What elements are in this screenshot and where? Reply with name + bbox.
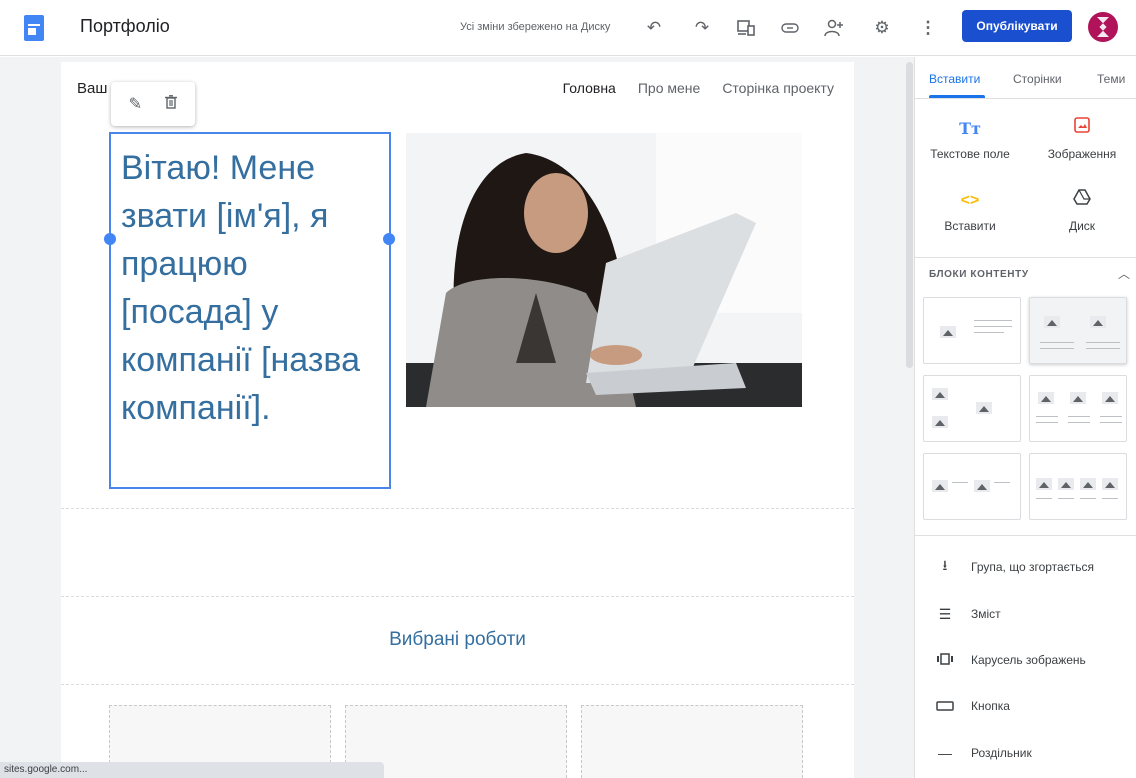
trash-icon[interactable] [165, 94, 178, 114]
insert-button[interactable]: Кнопка [935, 694, 1135, 718]
site-title[interactable]: Портфоліо [80, 16, 170, 37]
hero-text-box[interactable]: Вітаю! Мене звати [ім'я], я працюю [поса… [109, 132, 391, 489]
insert-table-of-contents[interactable]: ☰ Зміст [935, 602, 1135, 626]
publish-button[interactable]: Опублікувати [962, 10, 1072, 42]
drive-icon [1032, 189, 1132, 213]
section-divider [61, 684, 854, 685]
insert-divider[interactable]: — Роздільник [935, 741, 1135, 765]
content-block-four-images[interactable] [1029, 453, 1127, 520]
embed-icon: <> [960, 192, 980, 209]
tab-themes[interactable]: Теми [1097, 72, 1125, 86]
button-icon [935, 698, 955, 714]
active-tab-indicator [929, 95, 985, 98]
panel-divider [915, 535, 1136, 536]
insert-embed[interactable]: <> Вставити [920, 189, 1020, 233]
content-block-image-rows[interactable] [923, 453, 1021, 520]
panel-tabs: Вставити Сторінки Теми [915, 57, 1136, 99]
canvas-scroll-thumb[interactable] [906, 62, 913, 368]
tab-insert[interactable]: Вставити [929, 72, 980, 86]
nav-item-project[interactable]: Сторінка проекту [722, 80, 834, 96]
project-card-placeholder[interactable] [581, 705, 803, 778]
tab-pages[interactable]: Сторінки [1013, 72, 1062, 86]
content-block-two-images[interactable] [1029, 297, 1127, 364]
insert-text-box[interactable]: Tт Текстове поле [920, 117, 1020, 161]
insert-collapsible-group[interactable]: ⭳ Група, що згортається [935, 555, 1135, 579]
insert-image[interactable]: Зображення [1032, 117, 1132, 161]
site-page: Ваш Головна Про мене Сторінка проекту ✎ … [61, 62, 854, 778]
redo-icon[interactable]: ↷ [688, 14, 716, 42]
more-icon[interactable]: ⋮ [914, 14, 942, 42]
settings-icon[interactable]: ⚙ [868, 14, 896, 42]
section-divider [61, 596, 854, 597]
text-box-icon: Tт [959, 119, 981, 138]
sites-logo-icon[interactable] [24, 15, 44, 41]
section-divider [61, 508, 854, 509]
avatar[interactable] [1088, 12, 1118, 42]
link-icon[interactable] [776, 14, 804, 42]
featured-works-heading[interactable]: Вибрані роботи [61, 629, 854, 651]
carousel-icon [935, 652, 955, 668]
content-block-gallery[interactable] [923, 375, 1021, 442]
nav-item-home[interactable]: Головна [563, 80, 616, 96]
share-icon[interactable] [820, 14, 848, 42]
hero-image[interactable] [406, 133, 802, 407]
insert-drive[interactable]: Диск [1032, 189, 1132, 233]
content-block-three-images[interactable] [1029, 375, 1127, 442]
site-name[interactable]: Ваш [77, 80, 107, 97]
top-bar: Портфоліо Усі зміни збережено на Диску ↶… [0, 0, 1136, 56]
content-blocks-title: БЛОКИ КОНТЕНТУ [929, 269, 1029, 280]
toc-icon: ☰ [938, 605, 952, 622]
nav-item-about[interactable]: Про мене [638, 80, 700, 96]
status-url-tooltip: sites.google.com... [0, 762, 384, 778]
site-navigation: Головна Про мене Сторінка проекту [563, 80, 834, 96]
resize-handle-left[interactable] [104, 233, 116, 245]
chevron-up-icon[interactable]: ︿ [1118, 265, 1130, 282]
content-block-image-text[interactable] [923, 297, 1021, 364]
resize-handle-right[interactable] [383, 233, 395, 245]
text-box-toolbar: ✎ [111, 82, 195, 126]
undo-icon[interactable]: ↶ [640, 14, 668, 42]
panel-divider [915, 257, 1136, 258]
divider-icon: — [938, 745, 952, 761]
pencil-icon[interactable]: ✎ [129, 94, 142, 114]
image-icon [1032, 117, 1132, 141]
insert-panel: Вставити Сторінки Теми Tт Текстове поле … [914, 57, 1136, 778]
preview-icon[interactable] [732, 14, 760, 42]
collapsible-icon: ⭳ [942, 557, 948, 573]
save-status: Усі зміни збережено на Диску [460, 21, 611, 33]
insert-image-carousel[interactable]: Карусель зображень [935, 648, 1135, 672]
